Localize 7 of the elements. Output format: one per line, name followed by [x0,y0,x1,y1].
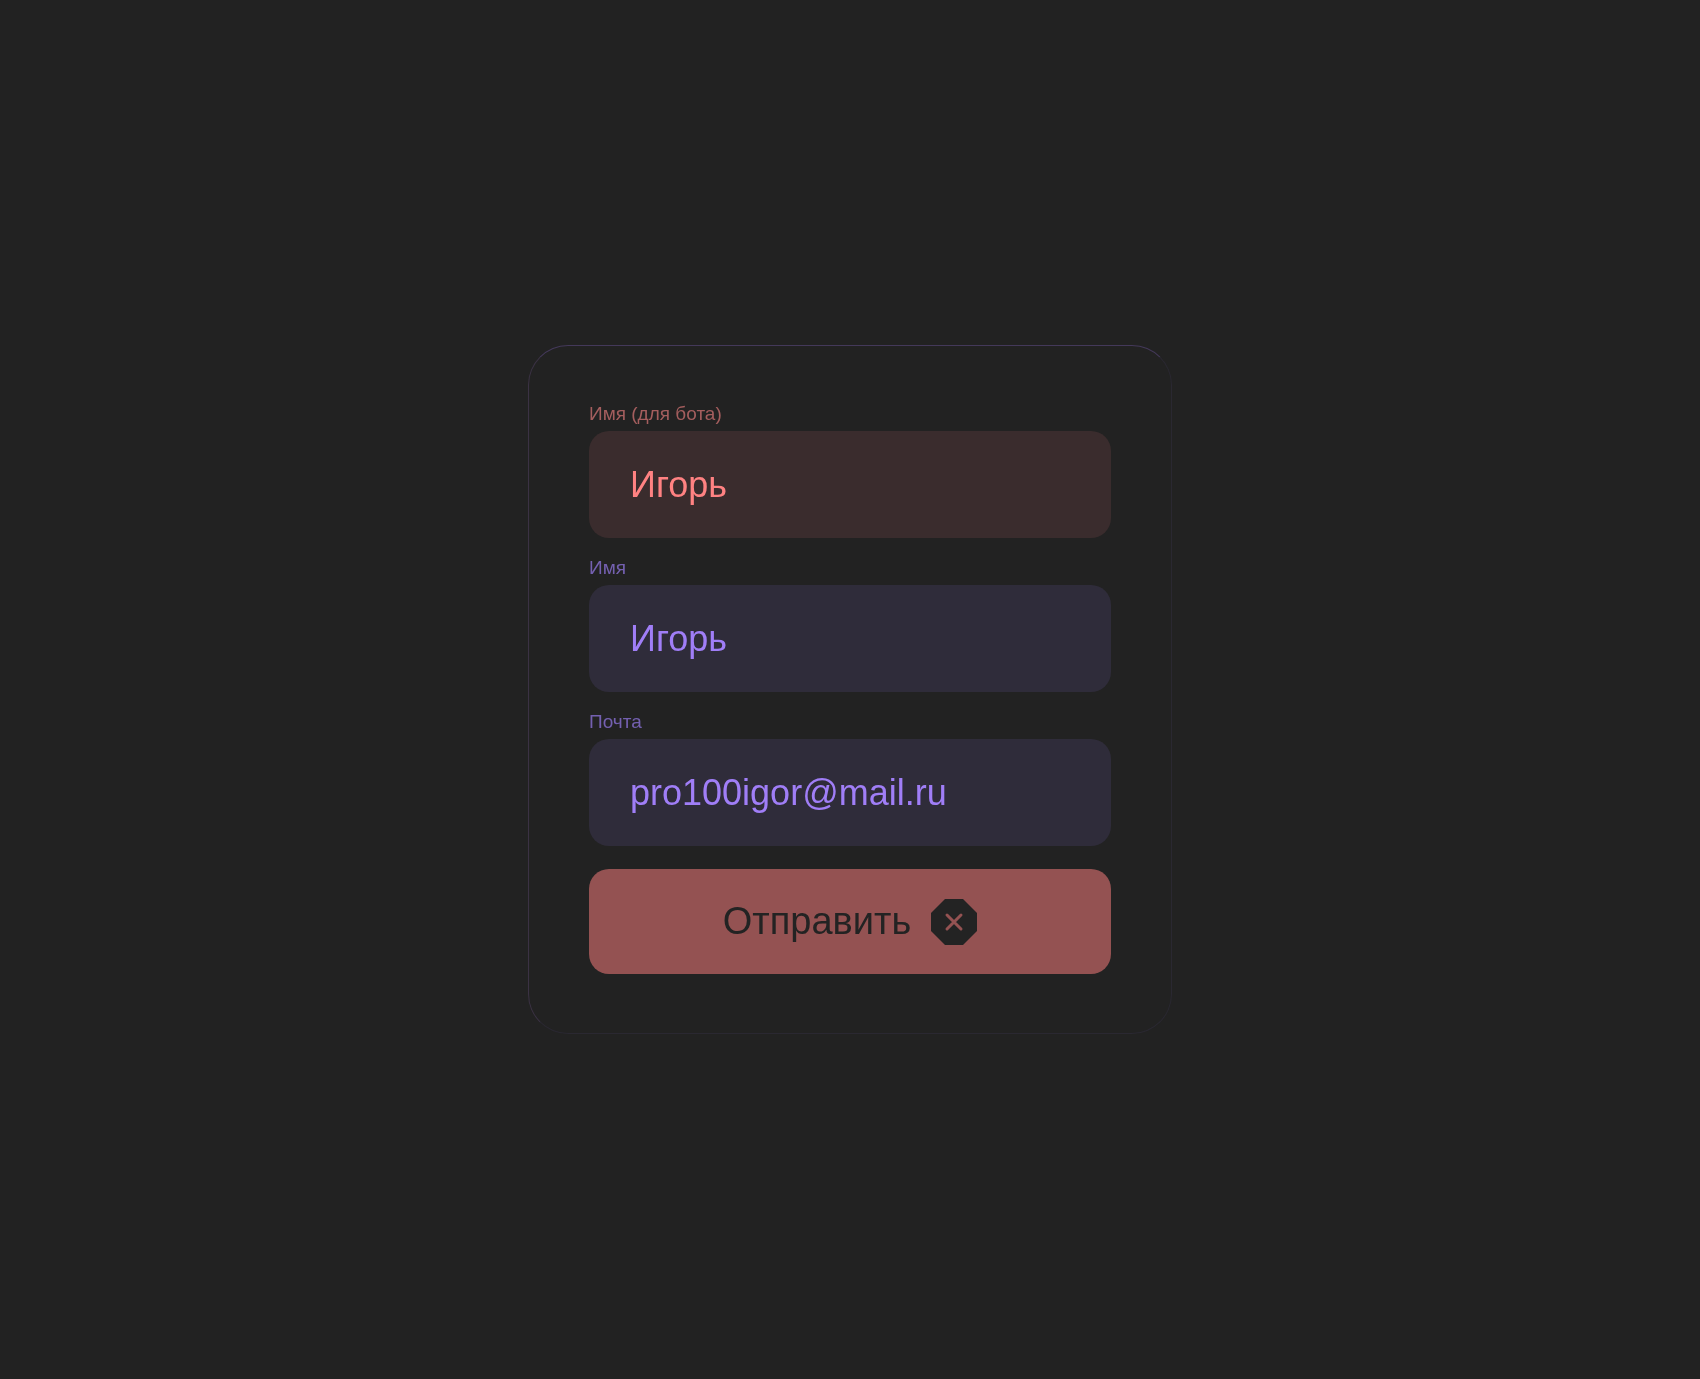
close-icon [931,898,978,945]
field-label: Имя [589,557,626,579]
text-field[interactable]: Игорь [589,431,1111,538]
text-field[interactable]: pro100igor@mail.ru [589,739,1111,846]
field-label: Почта [589,711,642,733]
text-field[interactable]: Игорь [589,585,1111,692]
field-label: Имя (для бота) [589,403,722,425]
